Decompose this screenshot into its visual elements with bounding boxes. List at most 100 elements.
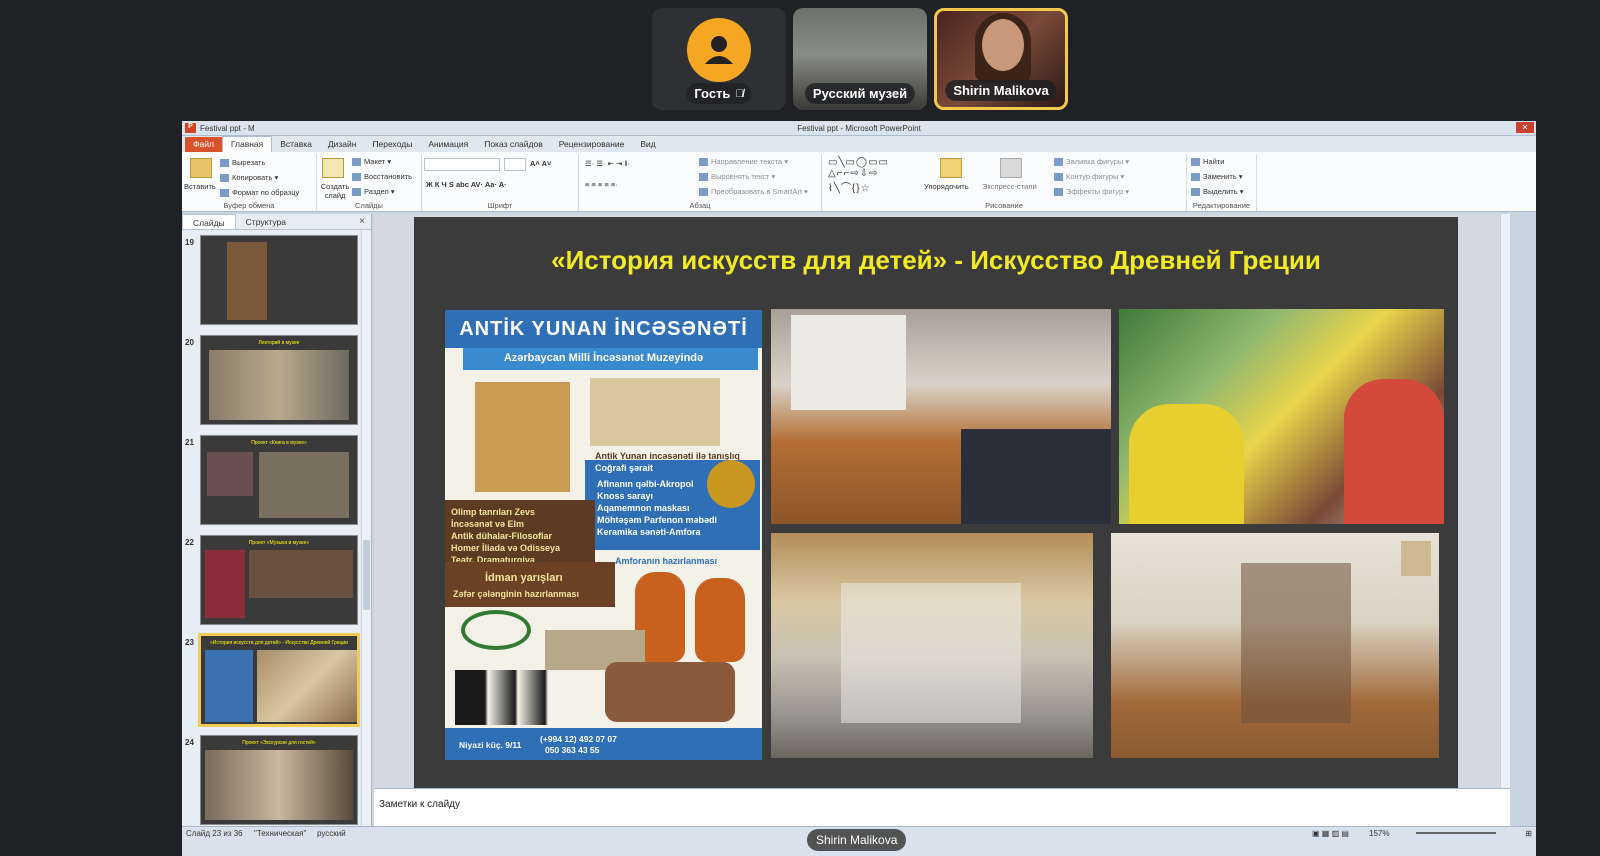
quick-styles-button[interactable]: Экспресс-стили: [982, 182, 1037, 191]
poster-image: ANTİK YUNAN İNCƏSƏNƏTİ Azərbaycan Milli …: [445, 310, 762, 760]
poster-phone: (+994 12) 492 07 07: [540, 734, 617, 744]
tab-home[interactable]: Главная: [221, 136, 273, 152]
section-icon: [352, 188, 361, 197]
paste-icon[interactable]: [190, 158, 212, 178]
select-button[interactable]: Выделить ▾: [1191, 187, 1243, 197]
current-slide[interactable]: «История искусств для детей» - Искусство…: [414, 217, 1458, 789]
arrange-button[interactable]: Упорядочить: [924, 182, 969, 191]
text-direction-button[interactable]: Направление текста ▾: [699, 157, 788, 167]
poster-text: Zəfər çələnginin hazırlanması: [453, 589, 580, 599]
replace-button[interactable]: Заменить ▾: [1191, 172, 1243, 182]
tab-file[interactable]: Файл: [185, 137, 222, 152]
cut-button[interactable]: Вырезать: [220, 158, 265, 168]
font-name-select[interactable]: [424, 158, 500, 171]
tab-slideshow[interactable]: Показ слайдов: [476, 137, 551, 152]
poster-text: Antik dühalar-Filosoflar: [451, 531, 553, 541]
slide-counter: Слайд 23 из 36: [186, 829, 243, 838]
slide-scrollbar[interactable]: [1500, 214, 1510, 788]
wall-painting: [1401, 541, 1431, 576]
scrollbar-thumb[interactable]: [363, 540, 370, 610]
thumb-image: [207, 452, 253, 496]
copy-icon: [220, 174, 229, 183]
group-label: Буфер обмена: [223, 201, 275, 210]
shape-outline-button[interactable]: Контур фигуры ▾: [1054, 172, 1124, 182]
group-label: Абзац: [689, 201, 711, 210]
zoom-slider[interactable]: [1416, 832, 1496, 834]
font-size-select[interactable]: [504, 158, 526, 171]
slide-number: 23: [185, 638, 194, 647]
reset-button[interactable]: Восстановить: [352, 172, 412, 182]
slide-thumbnail-23-selected[interactable]: «История искусств для детей» - Искусство…: [198, 633, 360, 727]
thumb-title: «История искусств для детей» - Искусство…: [210, 640, 348, 646]
slide-number: 20: [185, 338, 194, 347]
language[interactable]: русский: [317, 829, 346, 838]
participant-name: Гость 🎙̸: [686, 83, 752, 104]
slide-thumbnail-22[interactable]: Проект «Музыка в музее»: [200, 535, 358, 625]
tab-outline[interactable]: Структура: [236, 214, 296, 229]
slide-thumbnail-24[interactable]: Проект «Экскурсии для гостей»: [200, 735, 358, 825]
fit-window-icon[interactable]: ⊞: [1525, 829, 1532, 838]
new-slide-button[interactable]: Создать слайд: [318, 182, 352, 200]
shapes-gallery[interactable]: ▭╲▭◯▭▭ △⌐⌐⇨⇩⇨ ⌇╲⌒{}☆: [828, 157, 889, 194]
tab-animation[interactable]: Анимация: [420, 137, 476, 152]
pane-scrollbar[interactable]: [361, 230, 371, 826]
participant-name: Shirin Malikova: [945, 80, 1057, 101]
participant-tile-russian-museum[interactable]: Русский музей: [793, 8, 927, 110]
meeting-app: Гость 🎙̸ Русский музей Shirin Malikova P …: [0, 0, 1600, 856]
group-slides: Создать слайд Макет ▾ Восстановить Разде…: [317, 154, 422, 211]
presenter-label: Shirin Malikova: [807, 829, 907, 851]
participant-tile-active-speaker[interactable]: Shirin Malikova: [934, 8, 1068, 110]
replace-icon: [1191, 173, 1200, 182]
smartart-icon: [699, 188, 708, 197]
layout-button[interactable]: Макет ▾: [352, 157, 391, 167]
poster-phone: 050 363 43 55: [545, 745, 600, 755]
thumb-title: Проект «Книга в музее»: [251, 440, 307, 446]
copy-button[interactable]: Копировать ▾: [220, 173, 278, 183]
shape-effects-button[interactable]: Эффекты фигур ▾: [1054, 187, 1129, 197]
grow-font-icon[interactable]: A˄ A˅: [530, 159, 551, 168]
close-pane-icon[interactable]: ×: [359, 216, 365, 227]
poster-text: Knoss sarayı: [597, 491, 654, 501]
parthenon-image: [590, 378, 720, 446]
slide-thumbnail-21[interactable]: Проект «Книга в музее»: [200, 435, 358, 525]
quick-styles-icon[interactable]: [1000, 158, 1022, 178]
avatar: [687, 18, 751, 82]
notes-placeholder: Заметки к слайду: [379, 799, 460, 810]
philosophers-image: [605, 662, 735, 722]
find-button[interactable]: Найти: [1191, 157, 1224, 167]
participant-tile-guest[interactable]: Гость 🎙̸: [652, 8, 786, 110]
tab-view[interactable]: Вид: [632, 137, 663, 152]
brush-icon: [220, 189, 229, 198]
list-buttons[interactable]: ☰· ☰· ⇤ ⇥ ‖·: [585, 159, 630, 168]
tab-design[interactable]: Дизайн: [320, 137, 365, 152]
align-text-icon: [699, 173, 708, 182]
slide-thumbnail-20[interactable]: Лекторий в музее: [200, 335, 358, 425]
new-slide-icon[interactable]: [322, 158, 344, 178]
section-button[interactable]: Раздел ▾: [352, 187, 395, 197]
paste-button[interactable]: Вставить: [184, 182, 216, 191]
tab-slides[interactable]: Слайды: [182, 214, 236, 229]
format-buttons[interactable]: Ж К Ч S abc AV· Aa· A·: [426, 180, 507, 189]
poster-address: Niyazi küç. 9/11: [459, 740, 522, 750]
shape-fill-button[interactable]: Заливка фигуры ▾: [1054, 157, 1129, 167]
photo-staircase-group: [771, 533, 1093, 758]
tab-transitions[interactable]: Переходы: [364, 137, 420, 152]
zoom-level[interactable]: 157%: [1369, 829, 1389, 838]
close-icon[interactable]: ✕: [1516, 122, 1534, 133]
group-paragraph: ☰· ☰· ⇤ ⇥ ‖· ≡ ≡ ≡ ≡ ≡· Направление текс…: [579, 154, 822, 211]
tab-review[interactable]: Рецензирование: [551, 137, 633, 152]
slide-number: 24: [185, 738, 194, 747]
notes-pane[interactable]: Заметки к слайду: [374, 788, 1510, 826]
poster-text: Möhtəşəm Parfenon məbədi: [597, 515, 718, 525]
slide-thumbnail-19[interactable]: [200, 235, 358, 325]
smartart-button[interactable]: Преобразовать в SmartArt ▾: [699, 187, 808, 197]
format-painter-button[interactable]: Формат по образцу: [220, 188, 299, 198]
tab-insert[interactable]: Вставка: [272, 137, 320, 152]
align-buttons[interactable]: ≡ ≡ ≡ ≡ ≡·: [585, 180, 618, 189]
poster-text: İncəsənət və Elm: [451, 519, 525, 529]
view-buttons[interactable]: ▣ ▦ ▥ ▤: [1312, 829, 1349, 838]
group-label: Рисование: [985, 201, 1023, 210]
arrange-icon[interactable]: [940, 158, 962, 178]
slide-title[interactable]: «История искусств для детей» - Искусство…: [414, 245, 1458, 276]
align-text-button[interactable]: Выровнять текст ▾: [699, 172, 775, 182]
